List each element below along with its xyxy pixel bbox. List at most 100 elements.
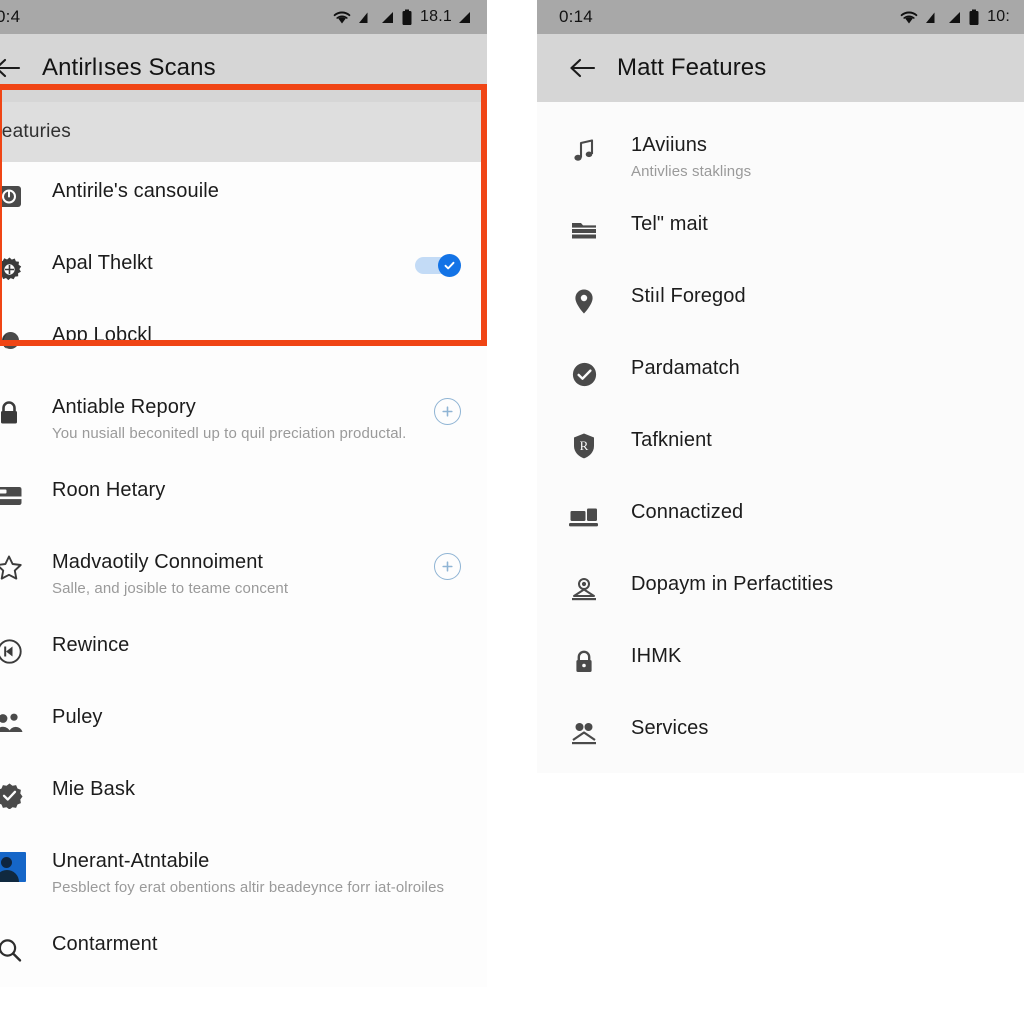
person-pin-icon: [567, 573, 601, 607]
list-item[interactable]: Connactized: [537, 485, 1024, 557]
list-item-subtitle: Pesblect foy erat obentions altir beadey…: [52, 879, 445, 896]
list-item-body: Rewince: [52, 632, 461, 658]
list-item[interactable]: Services: [537, 701, 1024, 773]
list-item[interactable]: Pardamatch: [537, 341, 1024, 413]
page-title: Antirlıses Scans: [42, 54, 216, 81]
list-item[interactable]: Dopaym in Perfactities: [537, 557, 1024, 629]
shield-r-icon: R: [567, 429, 601, 463]
list-item-title: Tel" mait: [631, 213, 708, 235]
list-item[interactable]: Roon Hetary: [0, 461, 487, 533]
wifi-icon: [900, 11, 918, 24]
lock-icon: [0, 396, 26, 430]
list-item-title: Apal Thelkt: [52, 252, 153, 274]
list-item-title: Puley: [52, 706, 103, 728]
list-item-title: Pardamatch: [631, 357, 740, 379]
list-item-subtitle: You nusiall beconitedl up to quil precia…: [52, 425, 407, 442]
list-item-body: Dopaym in Perfactities: [631, 571, 998, 597]
svg-text:R: R: [580, 438, 589, 453]
list-item[interactable]: 1Aviiuns Antivlies staklings: [537, 118, 1024, 197]
signal-triangle-icon: [926, 12, 935, 23]
list-item-title: IHMK: [631, 645, 682, 667]
list-item-body: Mie Bask: [52, 776, 461, 802]
battery-icon: [402, 9, 412, 25]
list-item[interactable]: R Tafknient: [537, 413, 1024, 485]
list-item[interactable]: Stiıl Foregod: [537, 269, 1024, 341]
list-item[interactable]: Contarment: [0, 915, 487, 987]
signal-triangle-icon: [359, 12, 368, 23]
left-app-bar: Antirlıses Scans: [0, 34, 487, 102]
list-item-body: Stiıl Foregod: [631, 283, 998, 309]
list-item[interactable]: Madvaotily Connoiment Salle, and josible…: [0, 533, 487, 616]
list-item-body: Contarment: [52, 931, 461, 957]
search-icon: [0, 933, 26, 967]
list-item-body: 1Aviiuns Antivlies staklings: [631, 132, 998, 183]
toggle-switch[interactable]: [415, 254, 461, 277]
list-item[interactable]: Antirile's cansouile: [0, 162, 487, 234]
list-item[interactable]: IHMK: [537, 629, 1024, 701]
list-item[interactable]: Mie Bask: [0, 760, 487, 832]
section-header: Featuries: [0, 102, 487, 162]
list-item-title: Connactized: [631, 501, 744, 523]
left-settings-list: Antirile's cansouile Apal Thelkt App Lob…: [0, 162, 487, 987]
list-item[interactable]: Rewince: [0, 616, 487, 688]
list-item[interactable]: Apal Thelkt: [0, 234, 487, 306]
list-item-title: Stiıl Foregod: [631, 285, 746, 307]
list-item-body: Antirile's cansouile: [52, 178, 461, 204]
list-item-trailing: [415, 254, 461, 277]
list-item-title: Mie Bask: [52, 778, 136, 800]
location-pin-icon: [567, 285, 601, 319]
list-item[interactable]: App Lobckl: [0, 306, 487, 378]
right-app-bar: Matt Features: [537, 34, 1024, 102]
signal-bars-icon: [382, 11, 394, 23]
rewind-circle-icon: [0, 634, 26, 668]
lock-icon: [567, 645, 601, 679]
wifi-icon: [333, 11, 351, 24]
list-item-body: Roon Hetary: [52, 477, 461, 503]
list-item-body: Madvaotily Connoiment Salle, and josible…: [52, 549, 424, 600]
list-item-trailing: [434, 398, 461, 425]
list-item-title: Tafknient: [631, 429, 712, 451]
star-icon: [0, 551, 26, 585]
left-phone-panel: 0:4 18.1 Antirlıses Scans eaturies Antir…: [0, 0, 487, 1024]
section-header-label: Featuries: [0, 121, 72, 142]
add-plus-icon[interactable]: [434, 553, 461, 580]
devices-icon: [567, 501, 601, 535]
back-arrow-icon[interactable]: [0, 53, 22, 83]
list-item-body: Antiable Repory You nusiall beconitedl u…: [52, 394, 424, 445]
status-indicators: 10:: [899, 8, 1010, 26]
card-icon: [0, 479, 26, 513]
status-clock: 0:14: [559, 7, 593, 26]
list-item-title: 1Aviiuns: [631, 134, 708, 156]
signal-bars-icon: [949, 11, 961, 23]
list-item-title: Roon Hetary: [52, 479, 166, 501]
list-item-body: Apal Thelkt: [52, 250, 405, 276]
list-item[interactable]: Antiable Repory You nusiall beconitedl u…: [0, 378, 487, 461]
gear-icon: [0, 252, 26, 286]
list-item-body: Pardamatch: [631, 355, 998, 381]
check-badge-icon: [0, 778, 26, 812]
right-phone-panel: 0:14 10: Matt Features 1Aviiuns Antivlie…: [537, 0, 1024, 1024]
status-clock: 0:4: [0, 7, 21, 26]
list-item-title: Services: [631, 717, 709, 739]
target-square-icon: [0, 180, 26, 214]
list-item-title: Contarment: [52, 933, 158, 955]
back-arrow-icon[interactable]: [567, 53, 597, 83]
list-item[interactable]: Puley: [0, 688, 487, 760]
list-item-trailing: [434, 553, 461, 580]
list-item-title: Rewince: [52, 634, 130, 656]
list-item[interactable]: Unerant-Atntabile Pesblect foy erat oben…: [0, 832, 487, 915]
list-item-title: App Lobckl: [52, 324, 152, 346]
screenshot-stage: 0:4 18.1 Antirlıses Scans eaturies Antir…: [0, 0, 1024, 1024]
people-icon: [0, 706, 26, 740]
list-item-body: App Lobckl: [52, 322, 461, 348]
page-title: Matt Features: [617, 54, 767, 81]
people-outline-icon: [567, 717, 601, 751]
moon-icon: [0, 324, 26, 358]
check-circle-icon: [567, 357, 601, 391]
add-plus-icon[interactable]: [434, 398, 461, 425]
list-item-title: Antiable Repory: [52, 396, 196, 418]
list-item[interactable]: Tel" mait: [537, 197, 1024, 269]
list-item-body: Services: [631, 715, 998, 741]
list-item-title: Antirile's cansouile: [52, 180, 220, 202]
list-item-body: Tafknient: [631, 427, 998, 453]
